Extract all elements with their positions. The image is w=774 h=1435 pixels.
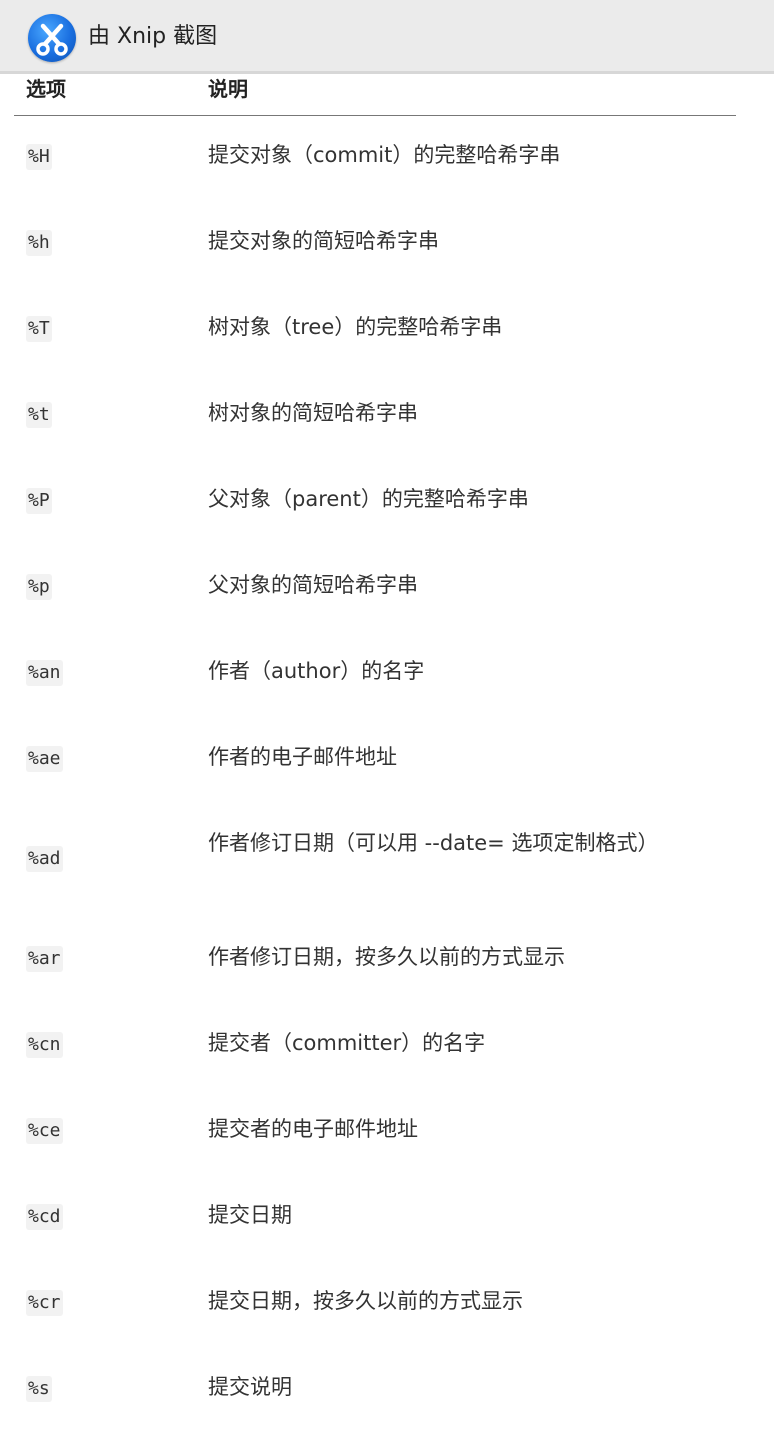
header-description: 说明 bbox=[208, 77, 248, 101]
option-code: %h bbox=[26, 230, 52, 256]
table-row: %ad 作者修订日期（可以用 --date= 选项定制格式） bbox=[14, 805, 736, 919]
window-titlebar: 由 Xnip 截图 bbox=[0, 0, 774, 74]
option-description: 树对象（tree）的完整哈希字串 bbox=[208, 315, 503, 339]
table-row: %cr 提交日期，按多久以前的方式显示 bbox=[14, 1263, 736, 1349]
option-description: 提交日期 bbox=[208, 1203, 292, 1227]
table-header: 选项 说明 bbox=[14, 74, 736, 116]
option-code: %s bbox=[26, 1376, 52, 1402]
table-row: %T 树对象（tree）的完整哈希字串 bbox=[14, 289, 736, 375]
option-code: %cd bbox=[26, 1204, 63, 1230]
table-row: %cd 提交日期 bbox=[14, 1177, 736, 1263]
option-description: 提交者（committer）的名字 bbox=[208, 1031, 486, 1055]
table-row: %an 作者（author）的名字 bbox=[14, 633, 736, 719]
table-body: %H 提交对象（commit）的完整哈希字串 %h 提交对象的简短哈希字串 %T… bbox=[14, 117, 736, 1435]
table-row: %h 提交对象的简短哈希字串 bbox=[14, 203, 736, 289]
table-row: %ae 作者的电子邮件地址 bbox=[14, 719, 736, 805]
table-row: %cn 提交者（committer）的名字 bbox=[14, 1005, 736, 1091]
window-title: 由 Xnip 截图 bbox=[88, 24, 218, 49]
option-description: 提交对象的简短哈希字串 bbox=[208, 229, 439, 253]
table-row: %s 提交说明 bbox=[14, 1349, 736, 1435]
option-code: %cr bbox=[26, 1290, 63, 1316]
table-row: %ar 作者修订日期，按多久以前的方式显示 bbox=[14, 919, 736, 1005]
option-description: 作者修订日期，按多久以前的方式显示 bbox=[208, 945, 565, 969]
option-code: %T bbox=[26, 316, 52, 342]
xnip-scissors-icon bbox=[28, 14, 76, 62]
table-row: %t 树对象的简短哈希字串 bbox=[14, 375, 736, 461]
option-code: %H bbox=[26, 144, 52, 170]
option-code: %an bbox=[26, 660, 63, 686]
header-option: 选项 bbox=[26, 77, 66, 101]
option-code: %t bbox=[26, 402, 52, 428]
option-description: 作者的电子邮件地址 bbox=[208, 745, 397, 769]
option-code: %ae bbox=[26, 746, 63, 772]
table-row: %P 父对象（parent）的完整哈希字串 bbox=[14, 461, 736, 547]
option-description: 作者（author）的名字 bbox=[208, 659, 425, 683]
option-code: %cn bbox=[26, 1032, 63, 1058]
table-row: %p 父对象的简短哈希字串 bbox=[14, 547, 736, 633]
option-description: 提交日期，按多久以前的方式显示 bbox=[208, 1289, 523, 1313]
option-code: %ad bbox=[26, 846, 63, 872]
option-code: %ce bbox=[26, 1118, 63, 1144]
option-description: 父对象的简短哈希字串 bbox=[208, 573, 418, 597]
option-description: 提交对象（commit）的完整哈希字串 bbox=[208, 143, 561, 167]
option-description: 提交者的电子邮件地址 bbox=[208, 1117, 418, 1141]
option-code: %p bbox=[26, 574, 52, 600]
table-row: %ce 提交者的电子邮件地址 bbox=[14, 1091, 736, 1177]
option-description: 提交说明 bbox=[208, 1375, 292, 1399]
option-description: 父对象（parent）的完整哈希字串 bbox=[208, 487, 529, 511]
option-code: %P bbox=[26, 488, 52, 514]
option-description: 作者修订日期（可以用 --date= 选项定制格式） bbox=[208, 831, 659, 855]
option-code: %ar bbox=[26, 946, 63, 972]
table-row: %H 提交对象（commit）的完整哈希字串 bbox=[14, 117, 736, 203]
option-description: 树对象的简短哈希字串 bbox=[208, 401, 418, 425]
